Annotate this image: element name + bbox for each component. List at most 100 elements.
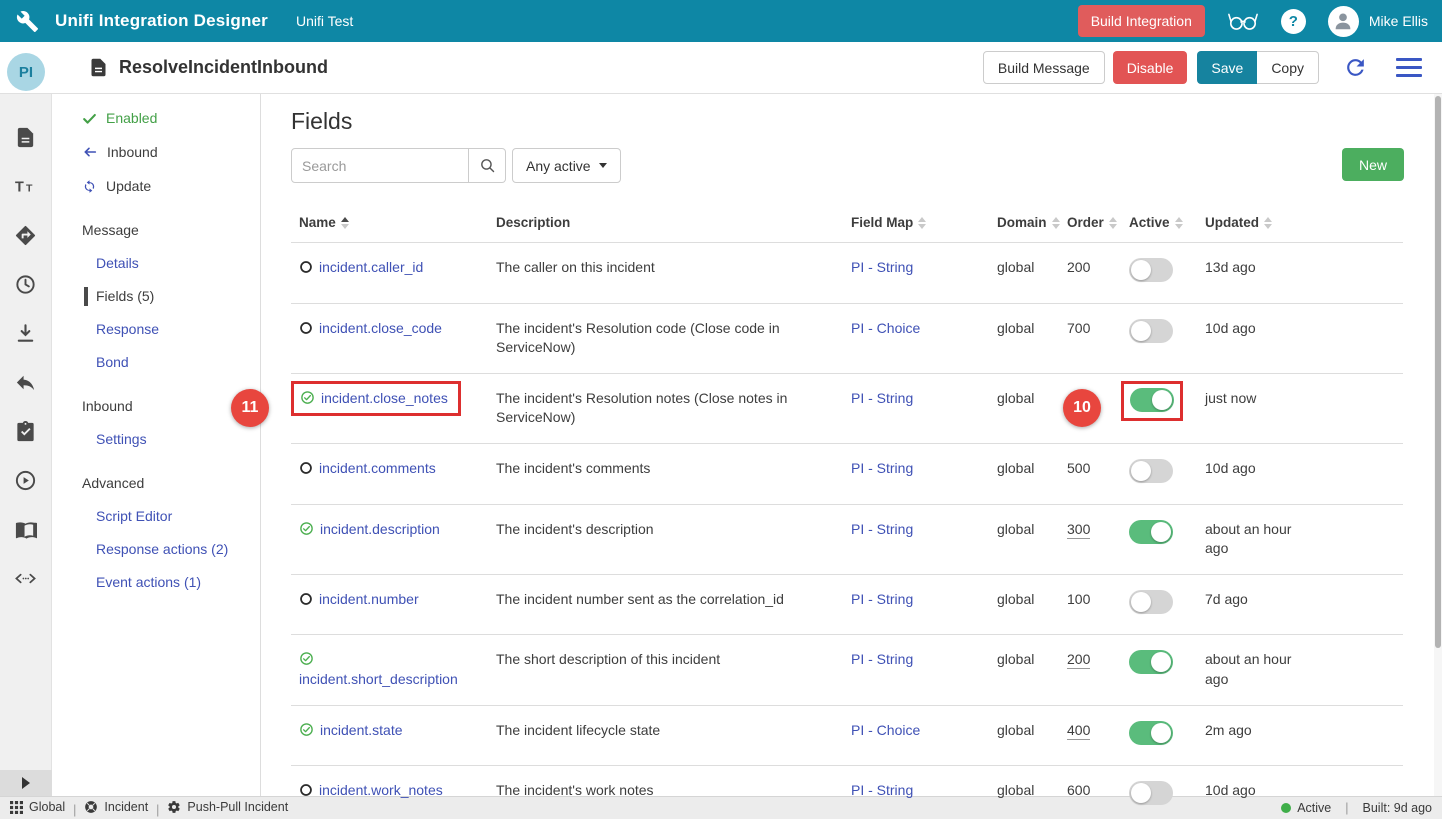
field-updated: 10d ago	[1197, 766, 1403, 816]
column-header-active[interactable]: Active	[1121, 209, 1197, 242]
save-button[interactable]: Save	[1197, 51, 1257, 84]
table-row: incident.stateThe incident lifecycle sta…	[291, 706, 1403, 767]
field-description: The incident's comments	[488, 444, 843, 494]
active-toggle[interactable]	[1129, 319, 1173, 343]
status-item-incident[interactable]: Incident	[84, 800, 148, 814]
play-circle-icon[interactable]	[14, 469, 37, 492]
field-name-link[interactable]: incident.close_code	[319, 320, 442, 336]
disable-button[interactable]: Disable	[1113, 51, 1188, 84]
active-toggle[interactable]	[1129, 781, 1173, 805]
sidebar-item-response-actions-2[interactable]: Response actions (2)	[96, 541, 260, 557]
build-integration-button[interactable]: Build Integration	[1078, 5, 1205, 37]
table-row: incident.close_notesThe incident's Resol…	[291, 374, 1403, 444]
field-updated: just now	[1197, 374, 1403, 424]
preview-glasses-icon[interactable]	[1227, 11, 1259, 32]
search-button[interactable]	[469, 148, 506, 183]
field-updated: 13d ago	[1197, 243, 1403, 293]
active-toggle[interactable]	[1129, 650, 1173, 674]
search-input[interactable]	[291, 148, 469, 183]
history-icon[interactable]	[14, 273, 37, 296]
new-button[interactable]: New	[1342, 148, 1404, 181]
field-map-link[interactable]: PI - Choice	[851, 722, 920, 738]
list-controls: Any active New	[291, 148, 1404, 183]
active-toggle[interactable]	[1129, 721, 1173, 745]
field-map-link[interactable]: PI - String	[851, 782, 913, 798]
active-toggle[interactable]	[1129, 459, 1173, 483]
field-map-link[interactable]: PI - Choice	[851, 320, 920, 336]
nav-status-enabled[interactable]: Enabled	[82, 110, 260, 126]
sidebar-item-script-editor[interactable]: Script Editor	[96, 508, 260, 524]
field-description: The short description of this incident	[488, 635, 843, 685]
sidebar-item-details[interactable]: Details	[96, 255, 260, 271]
field-order: 100	[1059, 575, 1121, 625]
active-check-icon	[300, 390, 315, 405]
sidebar-item-bond[interactable]: Bond	[96, 354, 260, 370]
active-filter-dropdown[interactable]: Any active	[512, 148, 621, 183]
field-name-link[interactable]: incident.close_notes	[321, 390, 448, 406]
reply-icon[interactable]	[14, 371, 37, 394]
active-toggle[interactable]	[1130, 388, 1174, 412]
table-row: incident.numberThe incident number sent …	[291, 575, 1403, 636]
scrollbar-thumb[interactable]	[1435, 96, 1441, 648]
nav-status-update[interactable]: Update	[82, 178, 260, 194]
field-map-link[interactable]: PI - String	[851, 591, 913, 607]
active-toggle[interactable]	[1129, 520, 1173, 544]
column-header-order[interactable]: Order	[1059, 209, 1121, 242]
field-map-link[interactable]: PI - String	[851, 390, 913, 406]
copy-button[interactable]: Copy	[1257, 51, 1319, 84]
field-order: 500	[1059, 444, 1121, 494]
side-nav: EnabledInboundUpdateMessageDetailsFields…	[52, 94, 261, 796]
active-filter-label: Any active	[526, 158, 591, 174]
code-icon[interactable]	[14, 567, 37, 590]
help-icon[interactable]: ?	[1281, 9, 1306, 34]
directions-icon[interactable]	[14, 224, 37, 247]
text-format-icon[interactable]: TT	[14, 175, 37, 198]
field-name-link[interactable]: incident.description	[320, 521, 440, 537]
sidebar-item-event-actions-1[interactable]: Event actions (1)	[96, 574, 260, 590]
column-header-domain[interactable]: Domain	[989, 209, 1059, 242]
field-name-link[interactable]: incident.comments	[319, 460, 436, 476]
field-name-link[interactable]: incident.caller_id	[319, 259, 423, 275]
field-name-link[interactable]: incident.short_description	[299, 671, 458, 687]
expand-rail-button[interactable]	[0, 770, 52, 796]
menu-icon[interactable]	[1396, 58, 1422, 77]
field-map-link[interactable]: PI - String	[851, 460, 913, 476]
user-name[interactable]: Mike Ellis	[1369, 13, 1428, 29]
app-bar-actions: Build Integration ? Mike Ellis	[1078, 5, 1428, 37]
documentation-icon[interactable]	[14, 518, 37, 541]
field-map-link[interactable]: PI - String	[851, 521, 913, 537]
search-icon	[479, 157, 496, 174]
active-toggle[interactable]	[1129, 590, 1173, 614]
task-check-icon[interactable]	[14, 420, 37, 443]
user-avatar[interactable]	[1328, 6, 1359, 37]
file-document-icon[interactable]	[14, 126, 37, 149]
field-name-link[interactable]: incident.number	[319, 591, 419, 607]
chevron-down-icon	[599, 163, 607, 168]
field-map-link[interactable]: PI - String	[851, 259, 913, 275]
field-name-link[interactable]: incident.state	[320, 722, 403, 738]
fields-table-header: NameDescriptionField MapDomainOrderActiv…	[291, 209, 1403, 243]
field-name-link[interactable]: incident.work_notes	[319, 782, 443, 798]
sidebar-item-response[interactable]: Response	[96, 321, 260, 337]
fields-table: NameDescriptionField MapDomainOrderActiv…	[291, 209, 1403, 819]
main-panel: Fields Any active New NameDescriptionFie…	[261, 94, 1442, 796]
active-toggle[interactable]	[1129, 258, 1173, 282]
status-item-global[interactable]: Global	[10, 800, 65, 814]
nav-status-inbound[interactable]: Inbound	[82, 144, 260, 160]
sidebar-item-settings[interactable]: Settings	[96, 431, 260, 447]
column-header-field-map[interactable]: Field Map	[843, 209, 989, 242]
integration-avatar[interactable]: PI	[7, 53, 45, 91]
field-updated: 10d ago	[1197, 444, 1403, 494]
column-header-name[interactable]: Name	[291, 209, 488, 242]
active-check-icon	[299, 521, 314, 536]
app-subtitle[interactable]: Unifi Test	[296, 13, 353, 29]
column-header-updated[interactable]: Updated	[1197, 209, 1403, 242]
refresh-icon[interactable]	[1343, 55, 1368, 80]
field-description: The incident's work notes	[488, 766, 843, 816]
vertical-scrollbar[interactable]	[1434, 94, 1442, 796]
status-item-push-pull-incident[interactable]: Push-Pull Incident	[167, 800, 288, 814]
download-icon[interactable]	[14, 322, 37, 345]
field-map-link[interactable]: PI - String	[851, 651, 913, 667]
sidebar-item-fields-5[interactable]: Fields (5)	[96, 288, 260, 304]
build-message-button[interactable]: Build Message	[983, 51, 1105, 84]
